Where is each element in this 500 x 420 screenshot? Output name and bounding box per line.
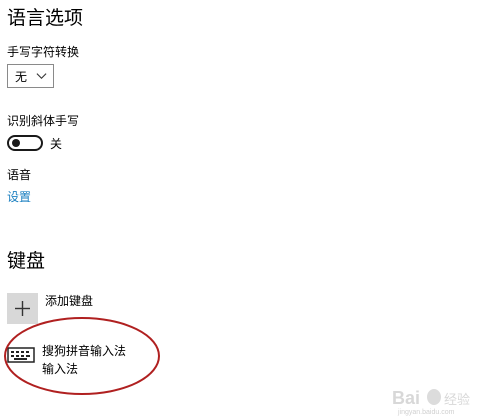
watermark: Bai 经验 jingyan.baidu.com	[390, 386, 490, 416]
svg-text:jingyan.baidu.com: jingyan.baidu.com	[397, 409, 455, 416]
svg-text:Bai: Bai	[392, 388, 420, 408]
svg-text:经验: 经验	[444, 392, 470, 407]
annotation-ellipse	[4, 317, 160, 395]
baidu-logo: Bai 经验 jingyan.baidu.com	[392, 388, 470, 416]
